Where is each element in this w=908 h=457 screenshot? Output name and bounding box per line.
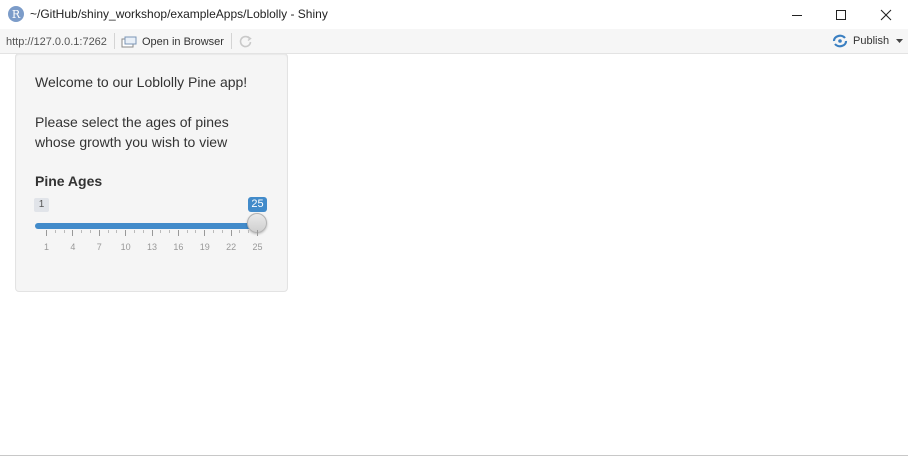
maximize-icon (836, 9, 846, 20)
title-bar: R ~/GitHub/shiny_workshop/exampleApps/Lo… (0, 0, 908, 29)
slider-min-badge: 1 (34, 198, 49, 212)
slider-tick-minor (89, 230, 91, 233)
publish-button[interactable]: Publish (832, 34, 904, 48)
slider-tick-minor (160, 230, 162, 233)
publish-icon (832, 34, 848, 48)
slider-fill (35, 223, 257, 229)
toolbar-divider (231, 33, 232, 49)
slider-tick-label: 7 (96, 242, 102, 252)
viewer-toolbar: http://127.0.0.1:7262 Open in Browser Pu… (0, 29, 908, 54)
slider-tick-major (125, 230, 127, 236)
close-icon (880, 9, 892, 20)
close-button[interactable] (863, 0, 908, 29)
slider-ticks: 1 4 7 10 13 16 19 22 25 (16, 230, 289, 254)
slider-tick-minor (133, 230, 135, 233)
url-display: http://127.0.0.1:7262 (6, 36, 107, 48)
slider-tick-minor (142, 230, 144, 233)
slider-tick-label: 1 (43, 242, 50, 252)
slider-tick-label: 4 (70, 242, 76, 252)
slider-tick-major (204, 230, 206, 236)
publish-label: Publish (853, 35, 890, 47)
maximize-button[interactable] (818, 0, 864, 29)
open-in-browser-label: Open in Browser (142, 35, 224, 48)
slider-tick-label: 13 (146, 242, 158, 252)
slider-tick-label: 22 (226, 242, 237, 252)
slider-tick-label: 25 (252, 242, 263, 252)
slider-tick-label: 16 (173, 242, 184, 252)
r-app-icon: R (8, 6, 24, 22)
slider-tick-major (151, 230, 153, 236)
minimize-button[interactable] (774, 0, 820, 29)
refresh-icon[interactable] (238, 34, 253, 49)
slider-tick-minor (213, 230, 215, 233)
pine-ages-slider-track[interactable] (35, 223, 257, 229)
chevron-down-icon[interactable] (896, 38, 904, 44)
slider-tick-minor (54, 230, 56, 233)
slider-tick-minor (195, 230, 197, 233)
window-title: ~/GitHub/shiny_workshop/exampleApps/Lobl… (30, 7, 328, 21)
slider-value-badge: 25 (248, 197, 267, 212)
slider-tick-major (72, 230, 74, 236)
sidebar-panel: Welcome to our Loblolly Pine app! Please… (15, 53, 288, 292)
slider-tick-major (230, 230, 232, 236)
slider-tick-major (177, 230, 179, 236)
toolbar-divider (114, 33, 115, 49)
slider-tick-major (98, 230, 100, 236)
slider-tick-minor (169, 230, 171, 233)
slider-tick-minor (81, 230, 83, 233)
slider-tick-minor (248, 230, 250, 233)
slider-tick-major (257, 230, 258, 236)
slider-tick-label: 19 (199, 242, 210, 252)
minimize-icon (792, 14, 802, 16)
welcome-text: Welcome to our Loblolly Pine app! (35, 74, 248, 90)
open-browser-icon (121, 36, 137, 47)
slider-tick-label: 10 (120, 242, 131, 252)
slider-label: Pine Ages (35, 173, 103, 189)
slider-tick-minor (116, 230, 118, 233)
slider-tick-minor (63, 230, 65, 233)
slider-tick-major (46, 230, 47, 236)
slider-tick-minor (107, 230, 109, 233)
slider-tick-minor (221, 230, 223, 233)
slider-tick-minor (186, 230, 188, 233)
instructions-text: Please select the ages of pines whose gr… (35, 114, 229, 150)
bottom-divider (0, 455, 908, 456)
open-in-browser-button[interactable]: Open in Browser (121, 34, 224, 49)
slider-tick-minor (239, 230, 241, 233)
